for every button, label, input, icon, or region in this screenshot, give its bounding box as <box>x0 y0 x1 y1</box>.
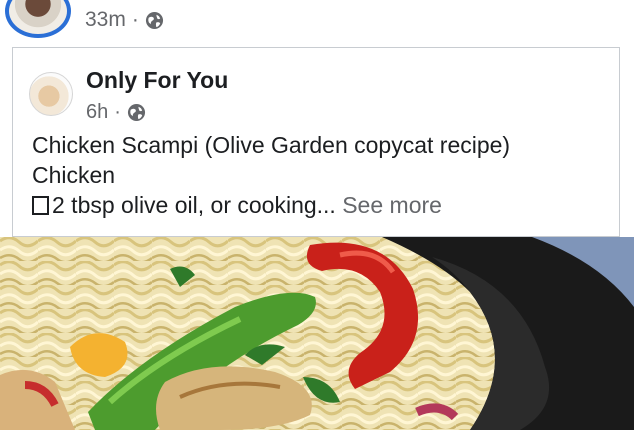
post-text-line: Chicken Scampi (Olive Garden copycat rec… <box>32 132 511 158</box>
food-photo[interactable] <box>0 237 634 430</box>
shared-post-meta: 6h · <box>86 101 146 124</box>
globe-icon <box>127 103 145 122</box>
page-avatar[interactable] <box>5 0 71 38</box>
meta-separator: · <box>114 101 121 123</box>
post-text-ingredient: 2 tbsp olive oil, or cooking... <box>52 192 336 218</box>
post-text-line: Chicken <box>32 162 116 188</box>
post-time[interactable]: 6h <box>86 101 108 124</box>
post-text: Chicken Scampi (Olive Garden copycat rec… <box>32 130 617 220</box>
see-more-link[interactable]: See more <box>342 192 442 218</box>
shared-post-card[interactable]: Only For You 6h · Chicken Scampi (Olive … <box>12 47 620 237</box>
post-time[interactable]: 33m <box>85 8 126 32</box>
top-post-header: 33m · <box>0 0 634 44</box>
meta-separator: · <box>131 8 139 31</box>
top-post-meta: 33m · <box>85 8 164 32</box>
food-image <box>0 237 634 430</box>
author-avatar[interactable] <box>29 72 73 116</box>
empty-checkbox-icon <box>32 196 49 215</box>
author-name[interactable]: Only For You <box>86 67 228 94</box>
post-text-line: 2 tbsp olive oil, or cooking... See more <box>32 190 617 220</box>
globe-icon <box>145 11 163 29</box>
